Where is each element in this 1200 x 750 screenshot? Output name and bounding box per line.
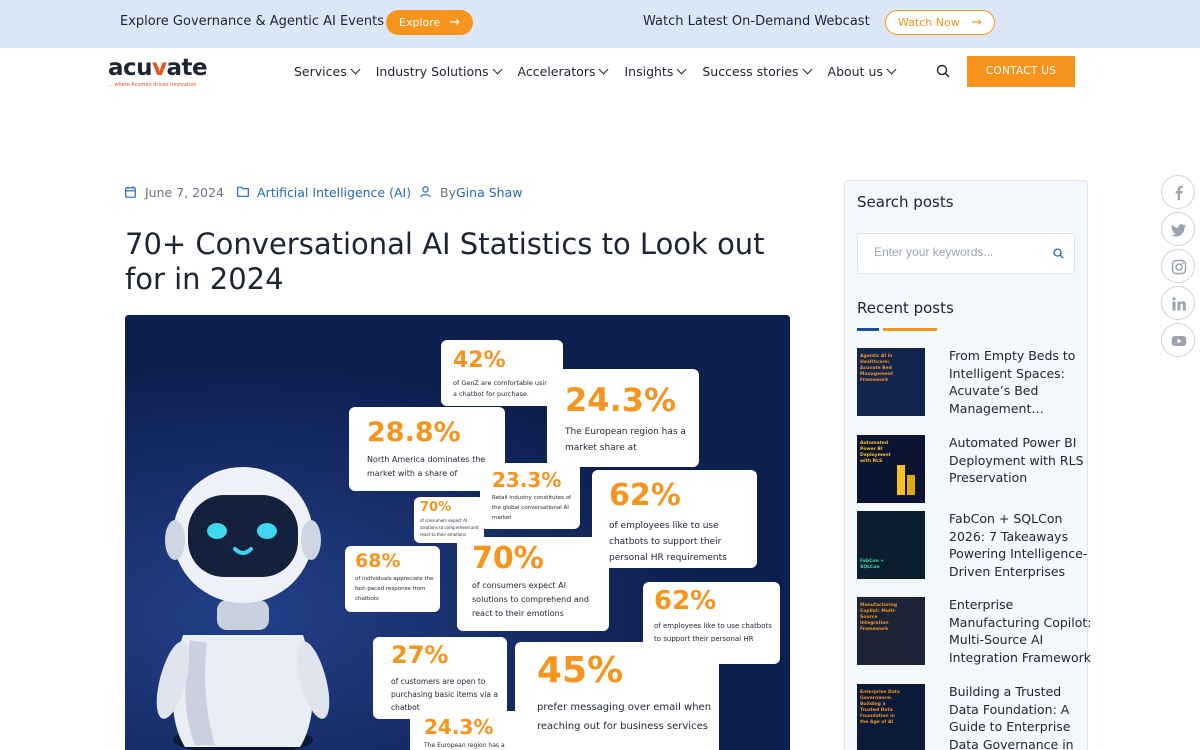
stat-card: 24.3% The European region has a xyxy=(410,711,520,750)
chevron-down-icon xyxy=(599,64,609,74)
search-posts-box xyxy=(857,233,1075,274)
search-posts-heading: Search posts xyxy=(857,193,954,211)
post-title-link[interactable]: From Empty Beds to Intelligent Spaces: A… xyxy=(949,347,1094,417)
chevron-down-icon xyxy=(802,64,812,74)
post-title-link[interactable]: FabCon + SQLCon 2026: 7 Takeaways Poweri… xyxy=(949,510,1094,580)
nav-services[interactable]: Services xyxy=(294,63,361,79)
events-text: Explore Governance & Agentic AI Events xyxy=(120,14,384,29)
stat-card: 70% of consumers expect AI solutions to … xyxy=(457,537,609,631)
twitter-icon[interactable] xyxy=(1161,212,1195,246)
chevron-down-icon xyxy=(350,64,361,74)
stat-card: 62% of employees like to use chatbots to… xyxy=(592,470,757,568)
heading-underline xyxy=(857,328,879,331)
folder-icon xyxy=(237,186,249,197)
contact-us-button[interactable]: CONTACT US xyxy=(967,56,1075,87)
article-title: 70+ Conversational AI Statistics to Look… xyxy=(125,227,765,296)
recent-post[interactable]: Manufacturing Copilot: Multi-Source Inte… xyxy=(857,597,1092,665)
watch-now-button[interactable]: Watch Now → xyxy=(885,10,995,35)
post-thumbnail[interactable]: Automated Power BI Deployment with RLS xyxy=(857,435,925,503)
logo-tagline: ... where Acumen drives Innovation xyxy=(108,82,197,88)
recent-post[interactable]: Automated Power BI Deployment with RLS A… xyxy=(857,435,1092,503)
main-nav: Services Industry Solutions Accelerators… xyxy=(294,63,912,79)
post-date: June 7, 2024 xyxy=(145,185,224,200)
arrow-right-icon: → xyxy=(971,15,982,30)
watch-now-label: Watch Now xyxy=(898,16,960,29)
nav-industry-solutions[interactable]: Industry Solutions xyxy=(376,63,502,79)
robot-illustration xyxy=(155,465,330,750)
nav-insights[interactable]: Insights xyxy=(624,63,687,79)
arrow-right-icon: → xyxy=(449,15,460,30)
recent-post[interactable]: FabCon + SQLCon FabCon + SQLCon 2026: 7 … xyxy=(857,511,1092,579)
recent-posts-heading: Recent posts xyxy=(857,299,954,317)
post-title-link[interactable]: Enterprise Manufacturing Copilot: Multi-… xyxy=(949,596,1094,666)
logo-wordmark: acuvate xyxy=(108,55,208,81)
post-title-link[interactable]: Building a Trusted Data Foundation: A Gu… xyxy=(949,683,1094,750)
explore-label: Explore xyxy=(399,16,441,29)
post-thumbnail[interactable]: Enterprise Data Governance: Building a T… xyxy=(857,684,925,750)
recent-post[interactable]: Enterprise Data Governance: Building a T… xyxy=(857,684,1092,750)
recent-post[interactable]: Agentic AI in Healthcare: Acuvate Bed Ma… xyxy=(857,348,1092,416)
heading-underline-accent xyxy=(883,328,937,331)
post-thumbnail[interactable]: FabCon + SQLCon xyxy=(857,511,925,579)
post-title-link[interactable]: Automated Power BI Deployment with RLS P… xyxy=(949,434,1094,487)
author-link[interactable]: Gina Shaw xyxy=(456,185,522,200)
announcement-bar: Explore Governance & Agentic AI Events E… xyxy=(0,0,1200,48)
stat-card: 23.3% Retail industry constitutes of the… xyxy=(480,463,580,529)
webcast-text: Watch Latest On-Demand Webcast xyxy=(643,14,870,29)
user-icon xyxy=(420,186,431,198)
by-label: By xyxy=(440,185,456,200)
facebook-icon[interactable] xyxy=(1161,175,1195,209)
post-category-link[interactable]: Artificial Intelligence (AI) xyxy=(257,185,411,200)
search-icon[interactable] xyxy=(1053,248,1064,259)
chevron-down-icon xyxy=(676,64,687,74)
calendar-icon xyxy=(125,186,136,198)
search-icon[interactable] xyxy=(936,64,950,78)
post-thumbnail[interactable]: Manufacturing Copilot: Multi-Source Inte… xyxy=(857,597,925,665)
youtube-icon[interactable] xyxy=(1161,323,1195,357)
linkedin-icon[interactable] xyxy=(1161,286,1195,320)
stat-card: 27% of customers are open to purchasing … xyxy=(373,637,507,719)
instagram-icon[interactable] xyxy=(1161,249,1195,283)
stat-card: 68% of individuals appreciate the fast-p… xyxy=(345,546,440,612)
post-thumbnail[interactable]: Agentic AI in Healthcare: Acuvate Bed Ma… xyxy=(857,348,925,416)
chevron-down-icon xyxy=(886,64,897,74)
nav-accelerators[interactable]: Accelerators xyxy=(518,63,609,79)
chevron-down-icon xyxy=(492,64,502,74)
explore-button[interactable]: Explore → xyxy=(386,10,473,35)
nav-about-us[interactable]: About us xyxy=(828,63,897,79)
acuvate-logo[interactable]: acuvate ... where Acumen drives Innovati… xyxy=(108,55,213,91)
search-posts-input[interactable] xyxy=(874,245,1044,259)
stat-card: 24.3% The European region has a market s… xyxy=(547,369,699,467)
nav-success-stories[interactable]: Success stories xyxy=(702,63,812,79)
featured-image: 42% of GenZ are comfortable using a chat… xyxy=(125,315,790,750)
stat-card: 45% prefer messaging over email when rea… xyxy=(515,642,719,750)
sidebar: Search posts Recent posts Agentic AI in … xyxy=(844,180,1092,750)
stat-card: 42% of GenZ are comfortable using a chat… xyxy=(441,340,563,406)
